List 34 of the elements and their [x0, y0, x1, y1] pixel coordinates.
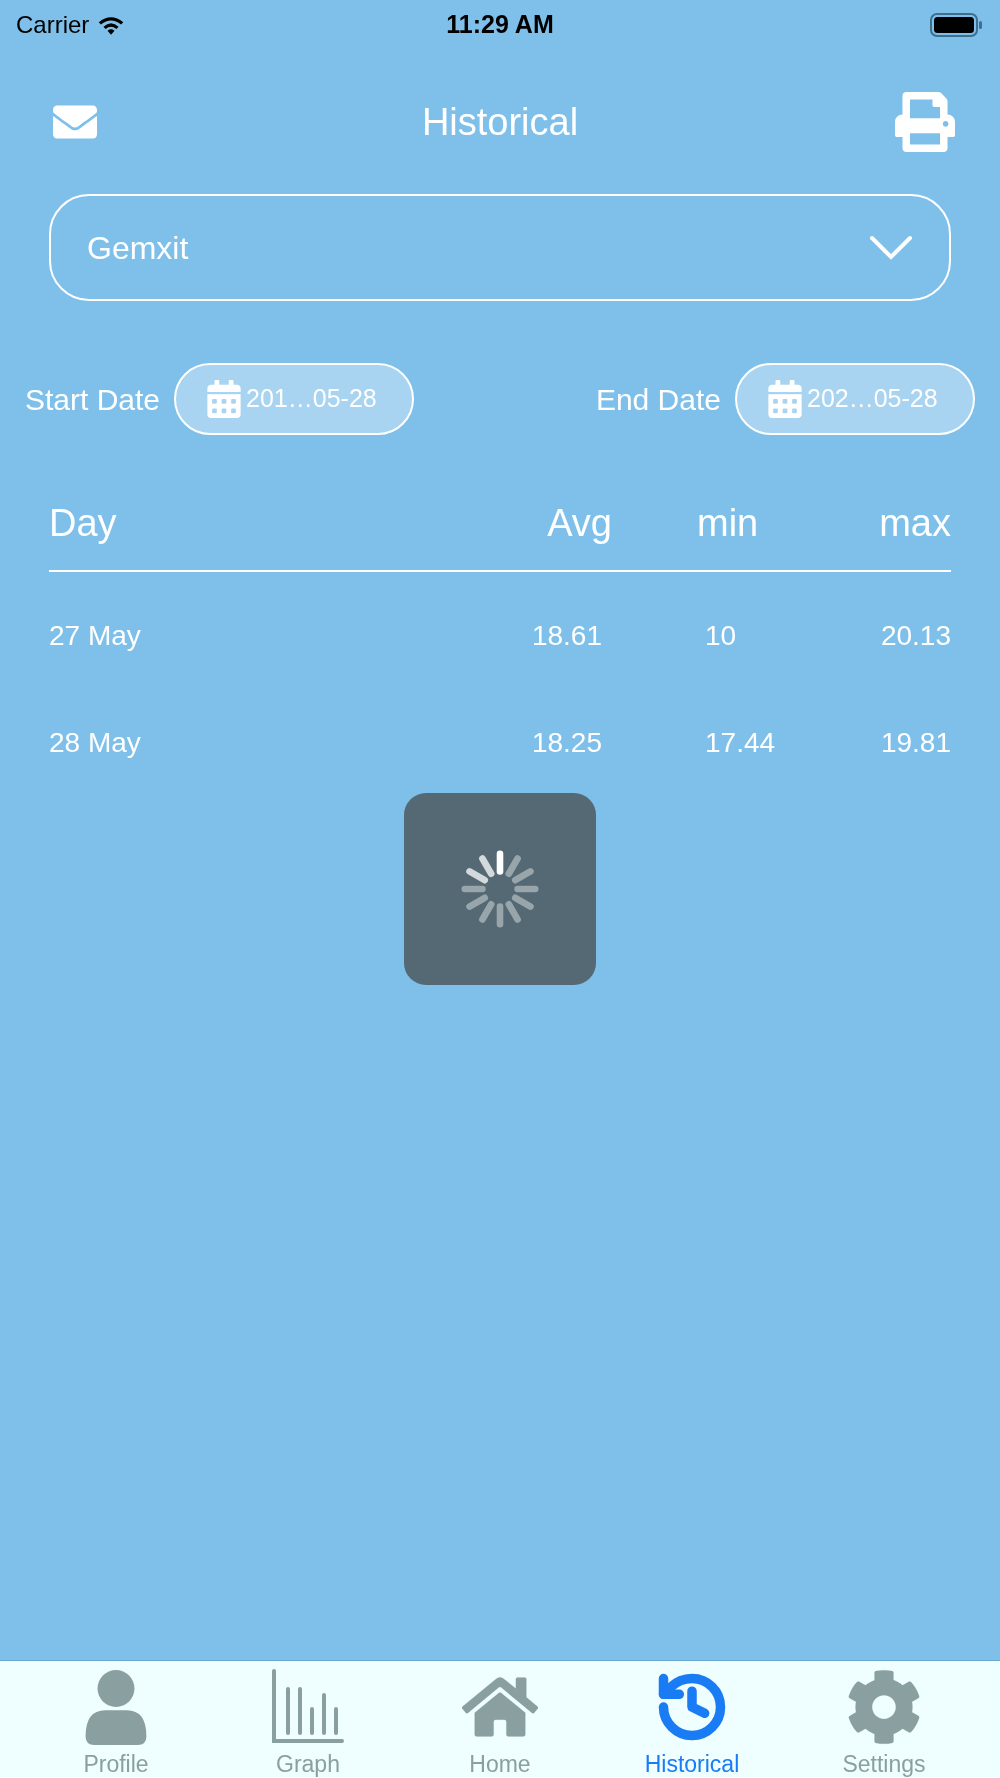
settings-icon [846, 1669, 922, 1745]
table-cell-text: 10 [704, 618, 738, 653]
tab[interactable]: Profile [41, 1669, 191, 1778]
calendar-icon [767, 380, 803, 418]
tab[interactable]: Home [425, 1669, 575, 1778]
date-field[interactable]: 202…05-28 [735, 363, 975, 435]
tab[interactable]: Historical [617, 1669, 767, 1778]
table-cell-text: 17.44 [704, 725, 777, 760]
chevron-down-icon [869, 234, 913, 261]
column-header: min [696, 501, 760, 546]
date-field[interactable]: 201…05-28 [174, 363, 415, 435]
carrier-label: Carrier [16, 10, 90, 40]
table-cell-text: 18.61 [530, 618, 603, 653]
battery-icon [930, 12, 984, 38]
date-label: Start Date [25, 381, 161, 418]
printer-icon [893, 92, 957, 152]
table-cell-text: 19.81 [879, 725, 951, 760]
table-cell-text: 18.25 [530, 725, 603, 760]
tab[interactable]: Settings [809, 1669, 959, 1778]
column-header: max [878, 501, 951, 546]
page-title: Historical [421, 99, 579, 145]
tab[interactable]: Graph [233, 1669, 383, 1778]
column-header: Avg [546, 501, 612, 546]
date-label: End Date [595, 381, 721, 418]
table-cell-text: 20.13 [879, 618, 951, 653]
wifi-icon [97, 14, 126, 36]
bar-chart-icon [270, 1669, 346, 1745]
calendar-icon [206, 380, 243, 418]
device-dropdown[interactable]: Gemxit [49, 194, 951, 301]
status-time: 11:29 AM [446, 9, 554, 41]
column-header: Day [49, 501, 118, 546]
print-button[interactable] [893, 92, 957, 152]
table-cell-text: 28 May [49, 725, 142, 760]
table-cell-text: 27 May [49, 618, 142, 653]
